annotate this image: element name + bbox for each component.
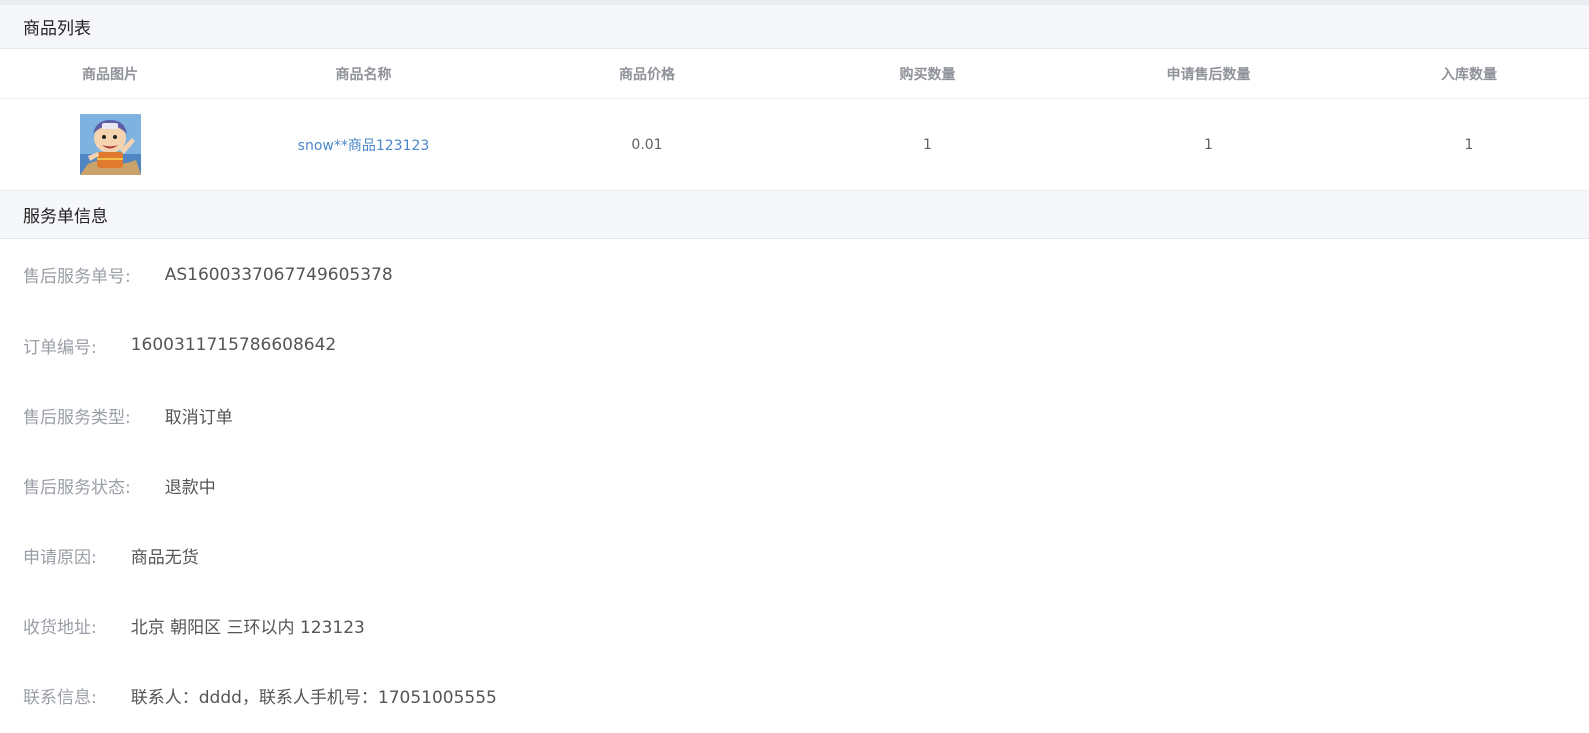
column-header-image: 商品图片 <box>0 49 220 99</box>
product-image-cell <box>0 98 220 191</box>
info-row-order-number: 订单编号: 1600311715786608642 <box>0 310 1589 380</box>
info-row-service-number: 售后服务单号: AS1600337067749605378 <box>0 239 1589 310</box>
info-value: 1600311715786608642 <box>130 335 337 355</box>
info-label: 订单编号: <box>23 337 97 358</box>
info-label: 联系信息: <box>23 687 97 708</box>
info-label: 收货地址: <box>23 617 97 638</box>
product-price: 0.01 <box>507 98 787 191</box>
info-row-service-status: 售后服务状态: 退款中 <box>0 450 1589 520</box>
info-row-shipping-address: 收货地址: 北京 朝阳区 三环以内 123123 <box>0 590 1589 660</box>
stock-quantity: 1 <box>1349 98 1589 191</box>
goods-section-title: 商品列表 <box>0 5 1589 49</box>
info-value: 联系人：dddd，联系人手机号：17051005555 <box>130 687 497 708</box>
info-row-contact-info: 联系信息: 联系人：dddd，联系人手机号：17051005555 <box>0 660 1589 730</box>
info-row-service-type: 售后服务类型: 取消订单 <box>0 380 1589 450</box>
info-label: 申请原因: <box>23 547 97 568</box>
column-header-stock-qty: 入库数量 <box>1349 49 1589 99</box>
after-sale-quantity: 1 <box>1068 98 1349 191</box>
info-label: 售后服务单号: <box>23 267 131 287</box>
service-info-section: 服务单信息 售后服务单号: AS1600337067749605378 订单编号… <box>0 191 1589 730</box>
column-header-price: 商品价格 <box>507 49 787 99</box>
table-row: snow**商品123123 0.01 1 1 1 <box>0 98 1589 191</box>
buy-quantity: 1 <box>787 98 1068 191</box>
column-header-buy-qty: 购买数量 <box>787 49 1068 99</box>
column-header-after-sale-qty: 申请售后数量 <box>1068 49 1349 99</box>
info-value: 北京 朝阳区 三环以内 123123 <box>130 617 365 638</box>
info-value: 商品无货 <box>130 547 199 568</box>
info-label: 售后服务类型: <box>23 407 131 428</box>
service-info-list: 售后服务单号: AS1600337067749605378 订单编号: 1600… <box>0 239 1589 730</box>
product-name-link[interactable]: snow**商品123123 <box>220 98 507 191</box>
info-row-apply-reason: 申请原因: 商品无货 <box>0 520 1589 590</box>
service-section-title: 服务单信息 <box>0 191 1589 239</box>
goods-table-header-row: 商品图片 商品名称 商品价格 购买数量 申请售后数量 入库数量 <box>0 49 1589 99</box>
info-value: 退款中 <box>164 477 216 498</box>
goods-table: 商品图片 商品名称 商品价格 购买数量 申请售后数量 入库数量 snow**商品… <box>0 49 1589 191</box>
cartoon-boy-product-image-icon[interactable] <box>79 114 141 175</box>
info-value: AS1600337067749605378 <box>164 264 393 285</box>
info-value: 取消订单 <box>164 407 233 428</box>
column-header-name: 商品名称 <box>220 49 507 99</box>
goods-section: 商品列表 商品图片 商品名称 商品价格 购买数量 申请售后数量 入库数量 sno… <box>0 5 1589 191</box>
info-label: 售后服务状态: <box>23 477 131 498</box>
